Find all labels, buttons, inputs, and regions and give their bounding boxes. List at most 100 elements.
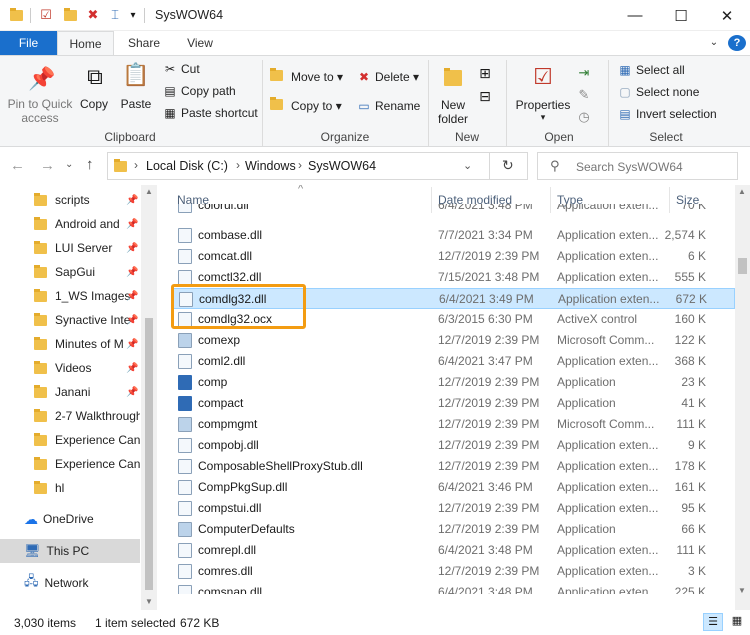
nav-item-scripts[interactable]: scripts 📌 bbox=[0, 188, 140, 212]
nav-item-videos[interactable]: Videos 📌 bbox=[0, 356, 140, 380]
breadcrumb-windows[interactable]: Windows bbox=[245, 159, 296, 173]
address-history-icon[interactable]: ⌄ bbox=[463, 159, 472, 172]
nav-item-label: This PC bbox=[46, 544, 90, 558]
tab-home[interactable]: Home bbox=[57, 31, 114, 56]
new-folder-button[interactable]: New bbox=[433, 98, 473, 112]
table-row[interactable]: comsnap.dll 6/4/2021 3:48 PM Application e… bbox=[172, 582, 735, 594]
pin-icon: 📌 bbox=[126, 194, 139, 206]
rename-field-icon: ▭ bbox=[358, 99, 370, 113]
dll-file-icon bbox=[178, 438, 192, 453]
dll-file-icon bbox=[178, 564, 192, 579]
tab-file[interactable]: File bbox=[0, 31, 57, 55]
help-icon[interactable]: ? bbox=[728, 35, 746, 51]
nav-item-synactive[interactable]: Synactive Inte 📌 bbox=[0, 308, 140, 332]
scroll-thumb[interactable] bbox=[738, 258, 747, 274]
scroll-down-icon[interactable]: ▼ bbox=[145, 597, 153, 606]
dll-file-icon bbox=[178, 501, 192, 516]
properties-check-icon[interactable]: ☑ bbox=[38, 6, 54, 24]
properties-button[interactable]: Properties bbox=[513, 98, 573, 112]
nav-item-experience-1[interactable]: Experience Canc bbox=[0, 428, 140, 452]
collapse-ribbon-icon[interactable]: ⌄ bbox=[706, 31, 722, 55]
table-row[interactable]: combase.dll 7/7/2021 3:34 PM Application e… bbox=[172, 225, 735, 246]
rename-button[interactable]: ▭ Rename bbox=[356, 99, 420, 113]
navigation-pane: scripts 📌 Android and 📌 LUI Server 📌 SapGui… bbox=[0, 185, 157, 610]
properties-dropdown-icon[interactable]: ▾ bbox=[536, 112, 550, 123]
details-view-icon[interactable]: ☰ bbox=[703, 613, 723, 631]
nav-item-walkthrough[interactable]: 2-7 Walkthrough bbox=[0, 404, 140, 428]
nav-item-janani[interactable]: Janani 📌 bbox=[0, 380, 140, 404]
delete-icon[interactable]: ✖ bbox=[85, 6, 101, 24]
table-row[interactable]: ComposableShellProxyStub.dll 12/7/2019 2:… bbox=[172, 456, 735, 477]
recent-locations-icon[interactable]: ⌄ bbox=[65, 159, 73, 170]
select-none-button[interactable]: ▢ Select none bbox=[617, 85, 699, 99]
folder-icon bbox=[34, 384, 47, 398]
nav-item-lui-server[interactable]: LUI Server 📌 bbox=[0, 236, 140, 260]
forward-arrow-icon[interactable]: → bbox=[40, 157, 55, 174]
table-row[interactable]: compmgmt 12/7/2019 2:39 PM Microsoft Comm.… bbox=[172, 414, 735, 435]
nav-item-onedrive[interactable]: ☁ OneDrive bbox=[0, 507, 140, 531]
table-row[interactable]: compobj.dll 12/7/2019 2:39 PM Application … bbox=[172, 435, 735, 456]
folder-icon bbox=[34, 432, 47, 446]
large-icons-view-icon[interactable]: ▦ bbox=[728, 613, 746, 631]
table-row[interactable]: comcat.dll 12/7/2019 2:39 PM Application e… bbox=[172, 246, 735, 267]
nav-scroll-thumb[interactable] bbox=[145, 318, 153, 590]
scroll-up-icon[interactable]: ▲ bbox=[145, 187, 153, 196]
scroll-down-icon[interactable]: ▼ bbox=[738, 586, 746, 595]
table-row[interactable]: compact 12/7/2019 2:39 PM Application 41 K bbox=[172, 393, 735, 414]
table-row[interactable]: compstui.dll 12/7/2019 2:39 PM Application… bbox=[172, 498, 735, 519]
file-list-scrollbar[interactable]: ▲ ▼ bbox=[735, 185, 750, 610]
nav-item-minutes[interactable]: Minutes of M 📌 bbox=[0, 332, 140, 356]
select-all-button[interactable]: ▦ Select all bbox=[617, 63, 684, 77]
nav-item-this-pc[interactable]: 🖥 This PC bbox=[0, 539, 140, 563]
breadcrumb-syswow64[interactable]: SysWOW64 bbox=[308, 159, 376, 173]
customize-quick-access-icon[interactable]: ▾ bbox=[127, 6, 139, 24]
folder-icon bbox=[34, 192, 47, 206]
copy-to-button[interactable]: Copy to ▾ bbox=[270, 97, 342, 113]
table-row[interactable]: comexp 12/7/2019 2:39 PM Microsoft Comm...… bbox=[172, 330, 735, 351]
nav-item-hl[interactable]: hl bbox=[0, 476, 140, 500]
msc-file-icon bbox=[178, 333, 192, 348]
table-row[interactable]: comp 12/7/2019 2:39 PM Application 23 K bbox=[172, 372, 735, 393]
nav-item-android[interactable]: Android and 📌 bbox=[0, 212, 140, 236]
tab-share[interactable]: Share bbox=[117, 31, 171, 55]
new-folder-label: folder bbox=[437, 112, 469, 126]
address-bar[interactable]: › Local Disk (C:) › Windows › SysWOW64 ⌄… bbox=[107, 152, 528, 180]
pin-icon: 📌 bbox=[126, 290, 139, 302]
cut-button[interactable]: ✂ Cut bbox=[162, 62, 200, 76]
search-input[interactable]: ⚲ Search SysWOW64 bbox=[537, 152, 738, 180]
table-row[interactable]: comres.dll 12/7/2019 2:39 PM Application e… bbox=[172, 561, 735, 582]
table-row[interactable]: coml2.dll 6/4/2021 3:47 PM Application ext… bbox=[172, 351, 735, 372]
up-arrow-icon[interactable]: ↑ bbox=[86, 156, 94, 173]
new-folder-icon[interactable] bbox=[62, 6, 78, 24]
folder-icon bbox=[34, 336, 47, 350]
breadcrumb-local-disk[interactable]: Local Disk (C:) bbox=[146, 159, 228, 173]
copy-path-button[interactable]: ▤ Copy path bbox=[162, 84, 235, 98]
scroll-up-icon[interactable]: ▲ bbox=[738, 187, 746, 196]
table-row[interactable]: ComputerDefaults 12/7/2019 2:39 PM Applica… bbox=[172, 519, 735, 540]
nav-item-experience-2[interactable]: Experience Canc bbox=[0, 452, 140, 476]
move-to-button[interactable]: Move to ▾ bbox=[270, 68, 343, 84]
paste-button[interactable]: Paste bbox=[117, 97, 155, 111]
close-button[interactable]: ✕ bbox=[704, 0, 750, 31]
nav-item-ws-images[interactable]: 1_WS Images 📌 bbox=[0, 284, 140, 308]
easy-access-icon[interactable]: ⊟ bbox=[475, 83, 495, 109]
table-row[interactable]: CompPkgSup.dll 6/4/2021 3:46 PM Applicatio… bbox=[172, 477, 735, 498]
table-row[interactable]: colorui.dll 6/4/2021 3:48 PM Application e… bbox=[172, 204, 735, 216]
maximize-button[interactable]: ☐ bbox=[658, 0, 704, 31]
rename-icon[interactable]: ⌶ bbox=[107, 6, 123, 24]
paste-shortcut-button[interactable]: ▦ Paste shortcut bbox=[162, 106, 257, 120]
nav-item-sapgui[interactable]: SapGui 📌 bbox=[0, 260, 140, 284]
history-icon[interactable]: ◷ bbox=[575, 104, 593, 130]
tab-view[interactable]: View bbox=[174, 31, 226, 55]
refresh-icon[interactable]: ↻ bbox=[502, 157, 514, 174]
nav-scrollbar[interactable]: ▲ ▼ bbox=[141, 185, 157, 610]
minimize-button[interactable]: — bbox=[612, 0, 658, 31]
nav-item-label: OneDrive bbox=[43, 512, 94, 526]
table-row[interactable]: comrepl.dll 6/4/2021 3:48 PM Application e… bbox=[172, 540, 735, 561]
pin-to-quick-access-button[interactable]: Pin to Quick bbox=[4, 97, 76, 111]
back-arrow-icon[interactable]: ← bbox=[10, 157, 25, 174]
nav-item-network[interactable]: 🖧 Network bbox=[0, 571, 140, 595]
delete-button[interactable]: ✖ Delete ▾ bbox=[356, 70, 419, 84]
invert-selection-button[interactable]: ▤ Invert selection bbox=[617, 107, 716, 121]
copy-button[interactable]: Copy bbox=[76, 97, 112, 111]
